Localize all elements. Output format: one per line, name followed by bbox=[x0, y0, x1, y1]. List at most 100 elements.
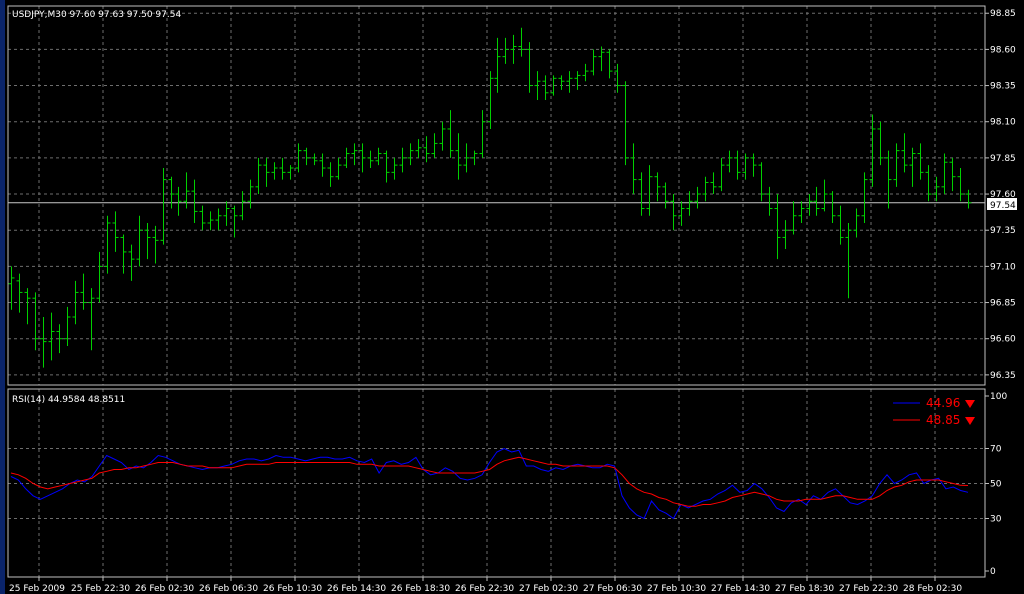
price-bar bbox=[120, 234, 127, 274]
price-bar bbox=[558, 75, 565, 90]
price-bar bbox=[510, 34, 517, 64]
price-bar bbox=[439, 121, 446, 151]
price-bars bbox=[8, 27, 972, 368]
price-bar bbox=[574, 71, 581, 90]
price-bar bbox=[957, 168, 964, 202]
time-label: 26 Feb 22:30 bbox=[455, 584, 514, 594]
price-bar bbox=[646, 165, 653, 216]
price-bar bbox=[152, 225, 159, 264]
price-bar bbox=[670, 194, 677, 231]
price-panel-frame bbox=[7, 5, 986, 386]
rsi-panel-header: RSI(14) 44.9584 48.8511 bbox=[12, 395, 125, 405]
price-bar bbox=[319, 153, 326, 177]
price-bar bbox=[766, 186, 773, 216]
time-label: 27 Feb 14:30 bbox=[711, 584, 770, 594]
price-bar bbox=[144, 222, 151, 260]
price-bar bbox=[231, 205, 238, 238]
price-tick-label: 97.35 bbox=[990, 226, 1016, 236]
time-label: 26 Feb 10:30 bbox=[263, 584, 322, 594]
current-price-label: 97.54 bbox=[990, 201, 1016, 211]
price-bar bbox=[718, 157, 725, 192]
time-label: 27 Feb 18:30 bbox=[775, 584, 834, 594]
price-bar bbox=[798, 201, 805, 223]
price-bar bbox=[869, 114, 876, 187]
price-bar bbox=[829, 191, 836, 223]
price-bar bbox=[375, 147, 382, 166]
price-bar bbox=[734, 150, 741, 180]
time-axis: 25 Feb 2009 25 Feb 22:30 26 Feb 02:30 26 Fe… bbox=[9, 577, 962, 594]
rsi-tick-label: 100 bbox=[990, 392, 1007, 402]
time-label: 26 Feb 18:30 bbox=[391, 584, 450, 594]
price-bar bbox=[175, 186, 182, 216]
price-bar bbox=[263, 157, 270, 187]
price-bar bbox=[702, 176, 709, 202]
price-bar bbox=[271, 162, 278, 180]
price-bar bbox=[447, 110, 454, 158]
price-bar bbox=[32, 292, 39, 351]
price-bar bbox=[303, 147, 310, 166]
price-bar bbox=[542, 75, 549, 101]
price-bar bbox=[48, 312, 55, 361]
price-bar bbox=[813, 186, 820, 216]
price-tick-label: 96.35 bbox=[990, 371, 1016, 381]
price-bar bbox=[598, 46, 605, 72]
price-bar bbox=[877, 121, 884, 166]
price-tick-label: 98.10 bbox=[990, 118, 1016, 128]
time-label: 27 Feb 02:30 bbox=[519, 584, 578, 594]
price-bar bbox=[399, 147, 406, 173]
price-bar bbox=[383, 150, 390, 183]
price-bar bbox=[965, 189, 972, 209]
signal-down-arrow-icon bbox=[965, 417, 975, 425]
price-bar bbox=[104, 215, 111, 274]
price-bar bbox=[80, 273, 87, 310]
price-bar bbox=[207, 211, 214, 231]
price-bar bbox=[128, 244, 135, 281]
rsi-tick-label: 50 bbox=[990, 480, 1002, 490]
price-bar bbox=[949, 157, 956, 192]
price-bar bbox=[168, 176, 175, 209]
price-tick-label: 96.60 bbox=[990, 335, 1016, 345]
rsi-down-arrow-icon bbox=[965, 400, 975, 408]
price-bar bbox=[407, 143, 414, 166]
chart-window: 98.85 98.60 98.35 98.10 97.85 97.60 97.35 97.10… bbox=[0, 0, 1024, 594]
price-bar bbox=[351, 143, 358, 166]
price-bar bbox=[606, 49, 613, 79]
price-bar bbox=[494, 37, 501, 93]
price-bar bbox=[359, 143, 366, 173]
price-bar bbox=[287, 165, 294, 180]
price-bar bbox=[861, 172, 868, 223]
chart-canvas[interactable]: 98.8598.6098.3598.1097.8597.6097.3597.10… bbox=[0, 0, 1024, 594]
time-label: 28 Feb 02:30 bbox=[903, 584, 962, 594]
price-bar bbox=[917, 143, 924, 180]
price-bar bbox=[502, 37, 509, 64]
price-tick-label: 96.85 bbox=[990, 299, 1016, 309]
price-bar bbox=[415, 139, 422, 158]
price-tick-label: 97.10 bbox=[990, 262, 1016, 272]
price-bar bbox=[909, 147, 916, 187]
price-bar bbox=[391, 157, 398, 180]
time-label: 26 Feb 14:30 bbox=[327, 584, 386, 594]
price-bar bbox=[431, 133, 438, 158]
time-label: 25 Feb 22:30 bbox=[71, 584, 130, 594]
rsi-tick-label: 70 bbox=[990, 445, 1002, 455]
price-bar bbox=[662, 182, 669, 209]
rsi-legend: 44.96 48.85 bbox=[893, 396, 975, 427]
price-bar bbox=[534, 71, 541, 101]
price-bar bbox=[96, 251, 103, 303]
price-bar bbox=[774, 194, 781, 260]
price-bar bbox=[933, 176, 940, 202]
current-price-marker: 97.54 bbox=[987, 198, 1017, 211]
price-bar bbox=[136, 215, 143, 267]
rsi-tick-label: 0 bbox=[990, 567, 996, 577]
price-bar bbox=[582, 63, 589, 82]
price-bar bbox=[726, 150, 733, 173]
price-bar bbox=[160, 168, 167, 245]
price-bar bbox=[72, 280, 79, 325]
price-bar bbox=[215, 208, 222, 231]
rsi-axis: 100 70 50 30 0 bbox=[985, 392, 1007, 577]
price-tick-label: 98.35 bbox=[990, 82, 1016, 92]
price-bar bbox=[925, 165, 932, 202]
price-bar bbox=[311, 153, 318, 166]
price-bar bbox=[518, 27, 525, 57]
price-bar bbox=[40, 317, 47, 368]
